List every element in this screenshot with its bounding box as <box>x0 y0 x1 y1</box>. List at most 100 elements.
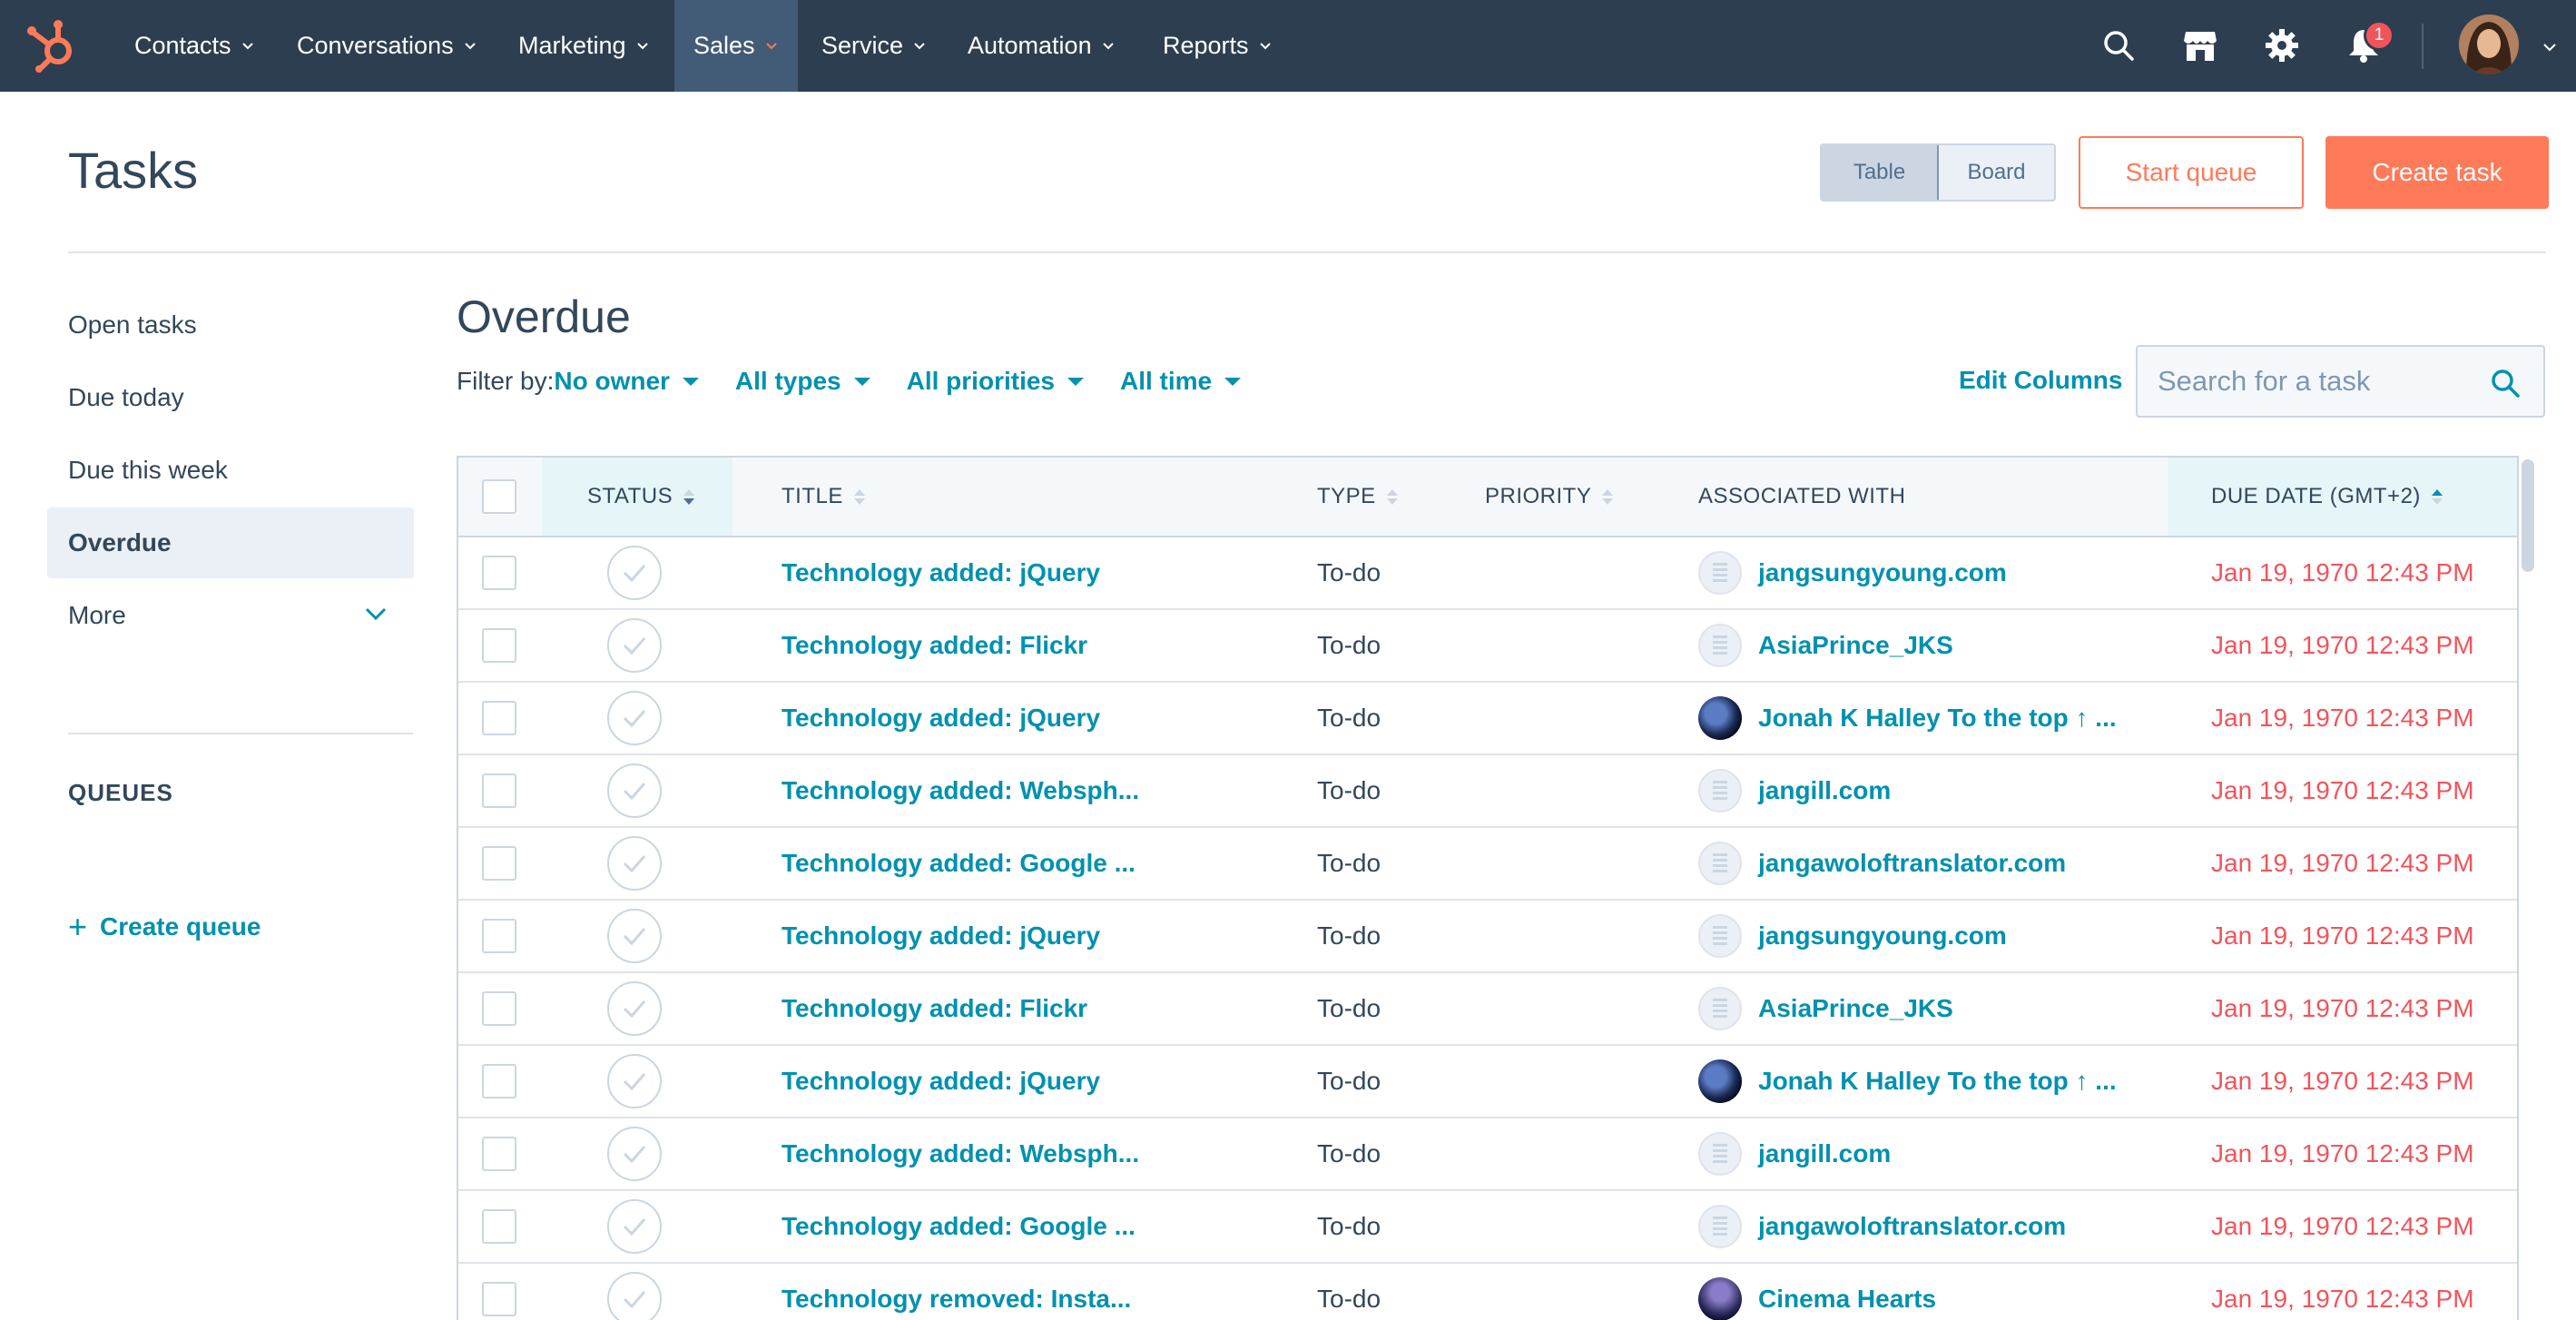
sidebar-item-more[interactable]: More <box>47 580 414 651</box>
complete-task-button[interactable] <box>607 546 662 600</box>
chevron-down-icon[interactable] <box>2542 40 2558 54</box>
associated-record: Jonah K Halley To the top ↑ ... <box>1698 683 2117 754</box>
associated-record-link[interactable]: Jonah K Halley To the top ↑ ... <box>1758 1067 2117 1096</box>
row-checkbox[interactable] <box>482 701 516 735</box>
sidebar-item-overdue[interactable]: Overdue <box>47 507 414 578</box>
task-title-link[interactable]: Technology removed: Insta... <box>782 1264 1131 1320</box>
task-title-link[interactable]: Technology added: jQuery <box>782 901 1100 971</box>
associated-record-link[interactable]: jangill.com <box>1758 776 1891 805</box>
table-row[interactable]: Technology removed: Insta... To-do Cinema … <box>458 1264 2517 1320</box>
nav-contacts[interactable]: Contacts <box>115 0 274 92</box>
nav-service[interactable]: Service <box>802 0 946 92</box>
column-header-title[interactable]: TITLE <box>782 458 865 536</box>
column-header-due-date[interactable]: DUE DATE (GMT+2) <box>2168 458 2517 536</box>
row-checkbox[interactable] <box>482 1282 516 1316</box>
marketplace-icon[interactable] <box>2175 20 2226 71</box>
column-header-status[interactable]: STATUS <box>542 458 732 536</box>
row-checkbox[interactable] <box>482 1209 516 1244</box>
nav-reports[interactable]: Reports <box>1144 0 1292 92</box>
associated-record-link[interactable]: jangsungyoung.com <box>1758 558 2007 587</box>
time-filter[interactable]: All time <box>1120 367 1242 396</box>
create-queue-link[interactable]: + Create queue <box>68 908 261 946</box>
column-header-type[interactable]: TYPE <box>1317 458 1398 536</box>
column-header-associated[interactable]: ASSOCIATED WITH <box>1698 458 1905 536</box>
task-title-link[interactable]: Technology added: Websph... <box>782 755 1139 826</box>
complete-task-button[interactable] <box>607 618 662 673</box>
priority-filter[interactable]: All priorities <box>907 367 1084 396</box>
task-title-link[interactable]: Technology added: Flickr <box>782 973 1087 1044</box>
search-icon[interactable] <box>2489 367 2522 399</box>
table-scrollbar[interactable] <box>2522 459 2534 572</box>
search-icon[interactable] <box>2093 20 2144 71</box>
sidebar-item-open-tasks[interactable]: Open tasks <box>47 290 414 360</box>
type-filter[interactable]: All types <box>735 367 870 396</box>
row-checkbox[interactable] <box>482 991 516 1026</box>
associated-record-link[interactable]: Cinema Hearts <box>1758 1285 1936 1314</box>
sidebar-item-label: More <box>68 601 126 629</box>
table-row[interactable]: Technology added: jQuery To-do Jonah K Hal… <box>458 1046 2517 1118</box>
complete-task-button[interactable] <box>607 836 662 891</box>
complete-task-button[interactable] <box>607 981 662 1036</box>
status-cell <box>607 973 662 1044</box>
table-row[interactable]: Technology added: Websph... To-do jangill.… <box>458 755 2517 828</box>
table-row[interactable]: Technology added: Google ... To-do jangawo… <box>458 828 2517 901</box>
table-row[interactable]: Technology added: Websph... To-do jangill.… <box>458 1118 2517 1191</box>
complete-task-button[interactable] <box>607 1054 662 1108</box>
complete-task-button[interactable] <box>607 763 662 818</box>
row-checkbox[interactable] <box>482 1064 516 1098</box>
associated-record-link[interactable]: jangill.com <box>1758 1139 1891 1168</box>
column-header-priority[interactable]: PRIORITY <box>1485 458 1614 536</box>
task-title-link[interactable]: Technology added: Flickr <box>782 610 1087 681</box>
complete-task-button[interactable] <box>607 1272 662 1320</box>
task-title-link[interactable]: Technology added: jQuery <box>782 537 1100 608</box>
row-checkbox[interactable] <box>482 628 516 663</box>
nav-marketing[interactable]: Marketing <box>499 0 669 92</box>
table-row[interactable]: Technology added: jQuery To-do Jonah K Hal… <box>458 683 2517 755</box>
select-all-checkbox[interactable] <box>482 479 516 514</box>
associated-record-link[interactable]: jangsungyoung.com <box>1758 921 2007 951</box>
complete-task-button[interactable] <box>607 909 662 963</box>
task-title-link[interactable]: Technology added: Google ... <box>782 1191 1136 1262</box>
complete-task-button[interactable] <box>607 691 662 745</box>
associated-record: Cinema Hearts <box>1698 1264 1936 1320</box>
owner-filter[interactable]: No owner <box>554 367 699 396</box>
nav-automation[interactable]: Automation <box>949 0 1135 92</box>
status-cell <box>607 610 662 681</box>
task-title-link[interactable]: Technology added: Websph... <box>782 1118 1139 1189</box>
settings-icon[interactable] <box>2256 20 2307 71</box>
nav-sales[interactable]: Sales <box>674 0 798 92</box>
create-task-button[interactable]: Create task <box>2325 136 2549 209</box>
table-row[interactable]: Technology added: Google ... To-do jangawo… <box>458 1191 2517 1264</box>
sidebar-item-due-today[interactable]: Due today <box>47 362 414 433</box>
task-title-link[interactable]: Technology added: jQuery <box>782 683 1100 754</box>
board-view-button[interactable]: Board <box>1939 145 2054 200</box>
associated-record-link[interactable]: jangawoloftranslator.com <box>1758 849 2066 878</box>
sidebar-item-due-this-week[interactable]: Due this week <box>47 435 414 506</box>
task-title-link[interactable]: Technology added: Google ... <box>782 828 1136 899</box>
user-avatar[interactable] <box>2459 15 2519 74</box>
complete-task-button[interactable] <box>607 1127 662 1181</box>
edit-columns-link[interactable]: Edit Columns <box>1959 366 2122 395</box>
task-search-input[interactable]: Search for a task <box>2136 345 2545 418</box>
task-title-link[interactable]: Technology added: jQuery <box>782 1046 1100 1117</box>
table-row[interactable]: Technology added: jQuery To-do jangsungyou… <box>458 901 2517 973</box>
chevron-down-icon[interactable] <box>363 605 388 623</box>
row-checkbox[interactable] <box>482 1137 516 1171</box>
task-type: To-do <box>1317 1212 1381 1240</box>
table-row[interactable]: Technology added: jQuery To-do jangsungyou… <box>458 537 2517 610</box>
hubspot-logo-icon[interactable] <box>24 16 84 74</box>
row-checkbox[interactable] <box>482 773 516 808</box>
associated-record-link[interactable]: Jonah K Halley To the top ↑ ... <box>1758 704 2117 733</box>
nav-conversations[interactable]: Conversations <box>278 0 497 92</box>
row-checkbox[interactable] <box>482 919 516 953</box>
start-queue-button[interactable]: Start queue <box>2079 136 2304 209</box>
table-row[interactable]: Technology added: Flickr To-do AsiaPrince_… <box>458 610 2517 683</box>
table-row[interactable]: Technology added: Flickr To-do AsiaPrince_… <box>458 973 2517 1046</box>
row-checkbox[interactable] <box>482 846 516 881</box>
associated-record-link[interactable]: AsiaPrince_JKS <box>1758 994 1953 1023</box>
associated-record-link[interactable]: AsiaPrince_JKS <box>1758 631 1953 660</box>
row-checkbox[interactable] <box>482 556 516 590</box>
table-view-button[interactable]: Table <box>1822 145 1939 200</box>
associated-record-link[interactable]: jangawoloftranslator.com <box>1758 1212 2066 1241</box>
complete-task-button[interactable] <box>607 1199 662 1254</box>
